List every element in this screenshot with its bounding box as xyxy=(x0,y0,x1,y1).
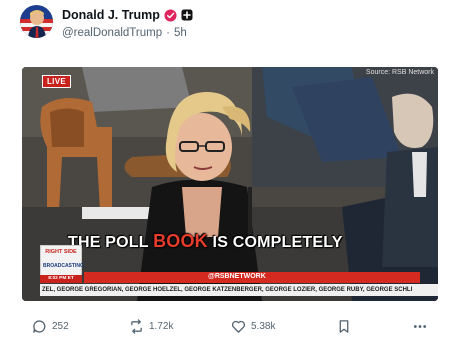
reply-button[interactable]: 252 xyxy=(32,319,69,334)
reply-icon xyxy=(33,320,46,333)
logo-top-text: RIGHT SIDE xyxy=(45,249,77,255)
caption-highlight: BOOK xyxy=(153,231,208,251)
post-time[interactable]: 5h xyxy=(174,27,187,39)
video-source-label: Source: RSB Network xyxy=(365,69,434,76)
verified-badge-icon xyxy=(164,8,177,22)
live-badge: LIVE xyxy=(42,75,71,88)
video-frame xyxy=(22,67,438,301)
author-name-row: Donald J. Trump xyxy=(62,8,193,22)
like-button[interactable]: 5.38k xyxy=(231,319,275,334)
post-actions: 252 1.72k 5.38k xyxy=(0,316,449,338)
post-card: Donald J. Trump @realDonaldTrump · 5h LI… xyxy=(0,0,449,351)
bookmark-button[interactable] xyxy=(337,319,351,334)
broadcaster-logo: RIGHT SIDE BROADCASTING xyxy=(40,245,84,279)
repost-count: 1.72k xyxy=(149,321,174,332)
author-avatar[interactable] xyxy=(20,5,53,38)
logo-bottom-text: BROADCASTING xyxy=(43,263,84,269)
ticker-names: ZEL, GEORGE GREGORIAN, GEORGE HOELZEL, G… xyxy=(40,284,438,296)
video-caption: THE POLL BOOK IS COMPLETELY xyxy=(68,231,343,252)
avatar-image xyxy=(20,5,53,38)
post-video[interactable]: LIVE Source: RSB Network THE POLL BOOK I… xyxy=(22,67,438,301)
more-options-button[interactable] xyxy=(412,319,428,334)
author-display-name[interactable]: Donald J. Trump xyxy=(62,8,160,22)
repost-button[interactable]: 1.72k xyxy=(129,319,173,334)
author-handle[interactable]: @realDonaldTrump xyxy=(62,27,162,39)
meta-separator: · xyxy=(166,27,170,39)
reply-count: 252 xyxy=(52,321,69,332)
affiliation-badge-icon xyxy=(181,9,193,21)
repost-icon xyxy=(131,319,142,334)
like-count: 5.38k xyxy=(251,321,276,332)
author-handle-row: @realDonaldTrump · 5h xyxy=(62,27,187,39)
broadcast-time: 8:02 PM ET xyxy=(40,275,82,283)
more-dots-icon xyxy=(413,325,427,328)
bookmark-icon xyxy=(339,320,349,333)
ticker-handle: @RSBNETWORK xyxy=(208,273,266,280)
heart-icon xyxy=(232,320,245,333)
caption-text-end: IS COMPLETELY xyxy=(212,234,343,251)
